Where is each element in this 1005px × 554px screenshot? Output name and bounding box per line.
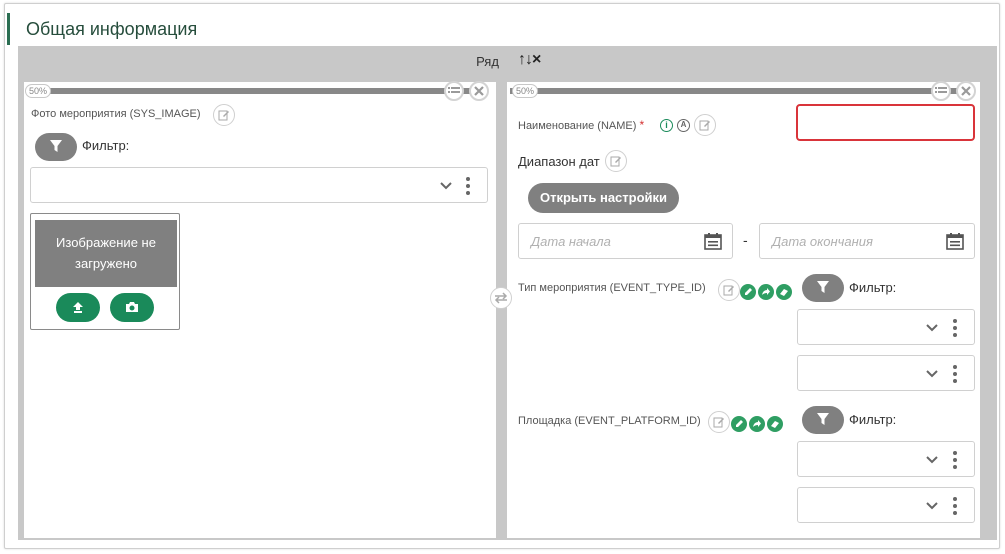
event-type-select[interactable]	[797, 355, 975, 391]
left-column-close-button[interactable]	[469, 81, 489, 101]
start-date-placeholder: Дата начала	[531, 234, 611, 249]
name-field-label: Наименование (NAME)	[518, 120, 637, 132]
platform-select[interactable]	[797, 487, 975, 523]
edit-icon	[218, 110, 229, 121]
chevron-down-icon	[440, 182, 452, 190]
take-photo-button[interactable]	[110, 293, 154, 322]
filter-icon	[50, 140, 62, 152]
open-settings-button[interactable]: Открыть настройки	[528, 183, 679, 213]
chevron-down-icon	[926, 502, 938, 510]
edit-icon	[723, 285, 734, 296]
image-filter-label: Фильтр:	[82, 138, 130, 153]
end-date-input[interactable]: Дата окончания	[759, 223, 975, 259]
event-type-filter-button[interactable]	[802, 274, 844, 302]
chevron-down-icon	[926, 456, 938, 464]
calendar-icon[interactable]	[946, 232, 964, 250]
filter-icon	[817, 413, 829, 425]
more-vertical-icon[interactable]	[466, 176, 470, 196]
image-field-edit-button[interactable]	[213, 104, 235, 126]
upload-image-button[interactable]	[56, 293, 100, 322]
platform-edit-button[interactable]	[708, 411, 730, 433]
share-icon[interactable]	[749, 416, 765, 432]
pencil-icon[interactable]	[740, 284, 756, 300]
image-field-label: Фото мероприятия (SYS_IMAGE)	[31, 108, 201, 120]
right-column-close-button[interactable]	[956, 81, 976, 101]
date-range-label: Диапазон дат	[518, 154, 600, 169]
chevron-down-icon	[926, 324, 938, 332]
end-date-placeholder: Дата окончания	[772, 234, 873, 249]
right-column-width-badge: 50%	[512, 84, 539, 98]
close-icon	[961, 86, 971, 96]
image-filter-select[interactable]	[30, 167, 488, 203]
name-field-edit-button[interactable]	[694, 114, 716, 136]
image-placeholder: Изображение не загружено	[35, 220, 177, 287]
left-column-width-badge: 50%	[25, 84, 52, 98]
name-input[interactable]	[796, 104, 975, 141]
image-upload-card: Изображение не загружено	[30, 213, 180, 330]
swap-columns-button[interactable]	[490, 287, 512, 309]
eraser-icon[interactable]	[767, 416, 783, 432]
edit-icon	[713, 417, 724, 428]
more-vertical-icon[interactable]	[953, 364, 957, 384]
camera-icon	[126, 302, 138, 312]
close-icon	[474, 86, 484, 96]
platform-filter-select[interactable]	[797, 441, 975, 477]
event-type-label: Тип мероприятия (EVENT_TYPE_ID)	[518, 282, 706, 294]
edit-icon	[699, 120, 710, 131]
eraser-icon[interactable]	[776, 284, 792, 300]
upload-icon	[73, 302, 83, 313]
date-range-separator: -	[743, 232, 748, 248]
auto-value-icon[interactable]: A	[677, 119, 690, 132]
platform-filter-button[interactable]	[802, 406, 844, 434]
row-move-controls[interactable]: ↑↓×	[518, 51, 541, 69]
platform-filter-label: Фильтр:	[849, 412, 897, 427]
event-type-filter-label: Фильтр:	[849, 280, 897, 295]
swap-icon	[494, 292, 508, 304]
filter-icon	[817, 281, 829, 293]
right-column-settings-button[interactable]	[931, 81, 951, 101]
event-type-edit-button[interactable]	[718, 279, 740, 301]
required-mark: *	[639, 118, 645, 132]
start-date-input[interactable]: Дата начала	[518, 223, 733, 259]
more-vertical-icon[interactable]	[953, 496, 957, 516]
row-label: Ряд	[476, 54, 499, 69]
list-icon	[448, 87, 460, 93]
info-icon[interactable]: i	[660, 119, 673, 132]
column-divider[interactable]	[496, 82, 507, 538]
share-icon[interactable]	[758, 284, 774, 300]
pencil-icon[interactable]	[731, 416, 747, 432]
more-vertical-icon[interactable]	[953, 318, 957, 338]
chevron-down-icon	[926, 370, 938, 378]
platform-label: Площадка (EVENT_PLATFORM_ID)	[518, 415, 701, 427]
list-icon	[935, 87, 947, 93]
edit-icon	[610, 156, 621, 167]
date-range-edit-button[interactable]	[605, 150, 627, 172]
right-column-resize-bar[interactable]	[510, 88, 972, 94]
row-header: Ряд ↑↓×	[18, 46, 997, 78]
left-column-settings-button[interactable]	[444, 81, 464, 101]
image-filter-button[interactable]	[35, 133, 77, 161]
event-type-filter-select[interactable]	[797, 309, 975, 345]
left-column-resize-bar[interactable]	[26, 88, 478, 94]
more-vertical-icon[interactable]	[953, 450, 957, 470]
section-title: Общая информация	[7, 13, 197, 45]
name-field-label-wrap: Наименование (NAME) *	[518, 118, 644, 132]
calendar-icon[interactable]	[704, 232, 722, 250]
